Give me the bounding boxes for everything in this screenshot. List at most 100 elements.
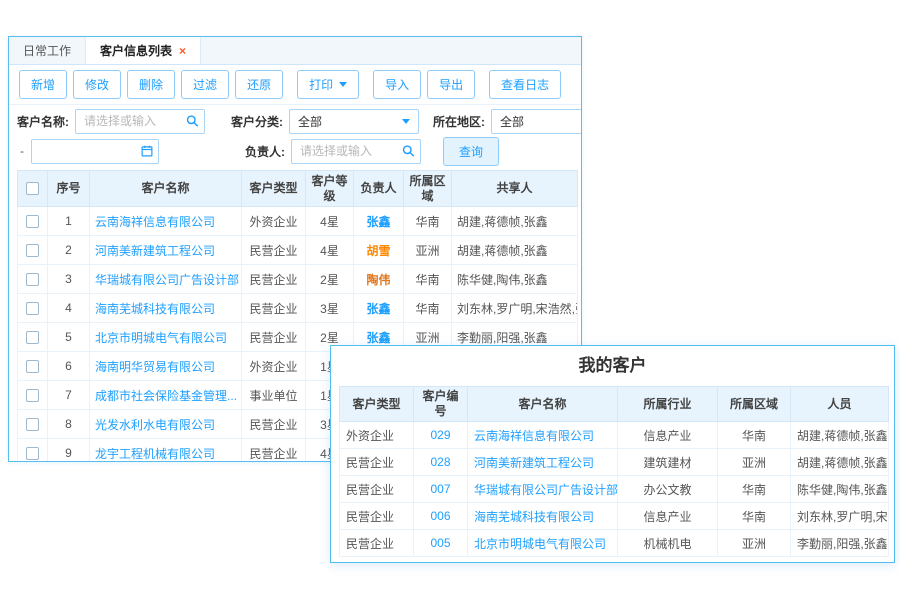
import-button[interactable]: 导入 [373,70,421,99]
table-header-row: 客户类型 客户编号 客户名称 所属行业 所属区域 人员 [340,387,889,422]
filter-button[interactable]: 过滤 [181,70,229,99]
cell-region: 华南 [404,294,452,323]
table-row[interactable]: 民营企业 006 海南芜城科技有限公司 信息产业 华南 刘东林,罗广明,宋浩然.… [340,503,889,530]
query-button[interactable]: 查询 [443,137,499,166]
export-button[interactable]: 导出 [427,70,475,99]
customer-name-label: 客户名称: [17,113,69,130]
edit-button[interactable]: 修改 [73,70,121,99]
print-button-label: 打印 [309,76,333,93]
row-checkbox[interactable] [26,331,39,344]
customer-name-link[interactable]: 云南海祥信息有限公司 [95,215,215,229]
cell-level: 4星 [306,236,354,265]
tab-customer-list-label: 客户信息列表 [100,42,172,59]
owner-link[interactable]: 胡雪 [366,244,390,258]
table-row[interactable]: 1 云南海祥信息有限公司 外资企业 4星 张鑫 华南 胡建,蒋德帧,张鑫 [18,207,578,236]
table-row[interactable]: 3 华瑞城有限公司广告设计部 民营企业 2星 陶伟 华南 陈华健,陶伟,张鑫 [18,265,578,294]
table-row[interactable]: 2 河南美新建筑工程公司 民营企业 4星 胡雪 亚洲 胡建,蒋德帧,张鑫 [18,236,578,265]
customer-name-link[interactable]: 成都市社会保险基金管理... [95,389,237,403]
row-checkbox[interactable] [26,360,39,373]
customer-name-link[interactable]: 北京市明城电气有限公司 [95,331,227,345]
toolbar: 新增 修改 删除 过滤 还原 打印 导入 导出 查看日志 [9,65,581,105]
cell-index: 9 [48,439,90,463]
filter-row-1: 客户名称: 客户分类: 全部 所在地区: 全部 [9,106,581,136]
close-icon[interactable]: × [179,44,186,58]
cell-region: 华南 [718,476,791,503]
customer-name-link[interactable]: 海南芜城科技有限公司 [95,302,215,316]
print-button[interactable]: 打印 [297,70,359,99]
cell-region: 亚洲 [404,236,452,265]
cell-index: 6 [48,352,90,381]
customer-name-link[interactable]: 河南美新建筑工程公司 [95,244,215,258]
customer-name-link[interactable]: 光发水利水电有限公司 [95,418,215,432]
row-checkbox[interactable] [26,244,39,257]
row-checkbox[interactable] [26,273,39,286]
row-checkbox[interactable] [26,418,39,431]
search-icon[interactable] [402,145,415,158]
customer-name-link[interactable]: 海南明华贸易有限公司 [95,360,215,374]
row-checkbox[interactable] [26,389,39,402]
header-people: 人员 [791,387,889,422]
view-log-button[interactable]: 查看日志 [489,70,561,99]
customer-no-link[interactable]: 007 [430,482,450,496]
owner-link[interactable]: 张鑫 [366,331,390,345]
cell-type: 民营企业 [242,265,306,294]
cell-shared: 陈华健,陶伟,张鑫 [452,265,578,294]
chevron-down-icon [339,82,347,87]
filter-row-2: - 负责人: 查询 [9,136,581,166]
owner-link[interactable]: 陶伟 [366,273,390,287]
cell-type: 民营企业 [340,503,414,530]
cell-type: 民营企业 [340,530,414,557]
date-input[interactable] [40,144,136,158]
customer-name-input[interactable] [84,114,182,128]
date-field [31,139,159,164]
customer-no-link[interactable]: 006 [430,509,450,523]
cell-people: 陈华健,陶伟,张鑫 [791,476,889,503]
tab-daily-work[interactable]: 日常工作 [9,37,86,64]
restore-button[interactable]: 还原 [235,70,283,99]
customer-name-link[interactable]: 龙宇工程机械有限公司 [95,447,215,461]
my-customers-title: 我的客户 [331,346,894,386]
row-checkbox[interactable] [26,215,39,228]
customer-name-link[interactable]: 华瑞城有限公司广告设计部 [474,483,618,497]
cell-industry: 信息产业 [618,422,718,449]
customer-no-link[interactable]: 028 [430,455,450,469]
cell-type: 民营企业 [340,476,414,503]
cell-type: 外资企业 [242,207,306,236]
table-row[interactable]: 民营企业 028 河南美新建筑工程公司 建筑建材 亚洲 胡建,蒋德帧,张鑫 [340,449,889,476]
owner-link[interactable]: 张鑫 [366,302,390,316]
customer-name-link[interactable]: 云南海祥信息有限公司 [474,429,594,443]
customer-name-link[interactable]: 北京市明城电气有限公司 [474,537,606,551]
row-checkbox[interactable] [26,302,39,315]
delete-button[interactable]: 删除 [127,70,175,99]
customer-no-link[interactable]: 005 [430,536,450,550]
tab-customer-list[interactable]: 客户信息列表 × [86,37,201,64]
cell-index: 5 [48,323,90,352]
cell-index: 1 [48,207,90,236]
region-select[interactable]: 全部 [491,109,582,134]
add-button[interactable]: 新增 [19,70,67,99]
select-all-checkbox[interactable] [26,182,39,195]
header-customer-name: 客户名称 [90,171,242,207]
category-select[interactable]: 全部 [289,109,419,134]
calendar-icon[interactable] [141,145,153,157]
cell-region: 亚洲 [718,449,791,476]
customer-name-link[interactable]: 华瑞城有限公司广告设计部 [95,273,239,287]
table-row[interactable]: 民营企业 007 华瑞城有限公司广告设计部 办公文教 华南 陈华健,陶伟,张鑫 [340,476,889,503]
customer-name-link[interactable]: 河南美新建筑工程公司 [474,456,594,470]
cell-type: 民营企业 [242,323,306,352]
customer-no-link[interactable]: 029 [430,428,450,442]
cell-region: 华南 [718,422,791,449]
header-owner: 负责人 [354,171,404,207]
customer-name-link[interactable]: 海南芜城科技有限公司 [474,510,594,524]
cell-region: 华南 [404,265,452,294]
table-row[interactable]: 民营企业 005 北京市明城电气有限公司 机械机电 亚洲 李勤丽,阳强,张鑫 [340,530,889,557]
header-customer-type: 客户类型 [242,171,306,207]
search-icon[interactable] [186,115,199,128]
owner-link[interactable]: 张鑫 [366,215,390,229]
cell-index: 3 [48,265,90,294]
table-row[interactable]: 外资企业 029 云南海祥信息有限公司 信息产业 华南 胡建,蒋德帧,张鑫 [340,422,889,449]
table-row[interactable]: 4 海南芜城科技有限公司 民营企业 3星 张鑫 华南 刘东林,罗广明,宋浩然,张… [18,294,578,323]
row-checkbox[interactable] [26,447,39,460]
header-industry: 所属行业 [618,387,718,422]
owner-input[interactable] [300,144,398,158]
